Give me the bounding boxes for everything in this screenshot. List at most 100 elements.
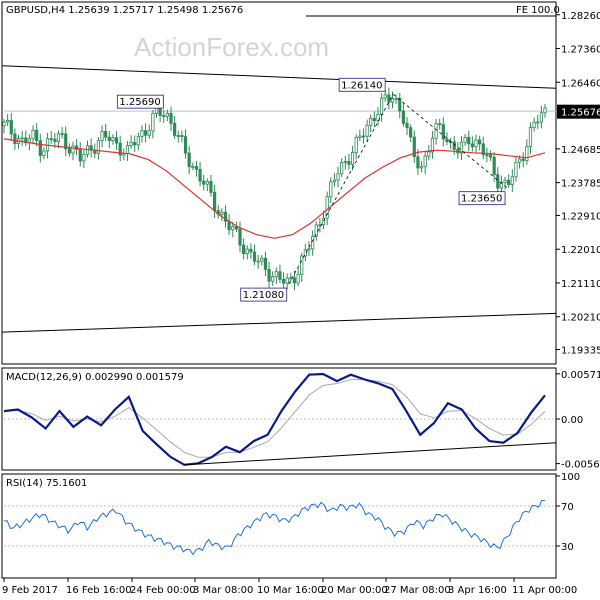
candle-body [53, 138, 57, 142]
candle-body [71, 145, 75, 154]
candle-body [263, 257, 268, 270]
candle-body [38, 140, 42, 156]
candle-body [514, 161, 518, 178]
candle-body [307, 248, 311, 251]
candle-body [300, 255, 304, 275]
candle-body [405, 122, 409, 129]
candle-body [532, 121, 536, 128]
candle-body [507, 179, 511, 186]
macd-tick-label: 0.00 [561, 415, 583, 426]
candle-body [194, 166, 199, 170]
time-tick-label: 10 Mar 16:00 [257, 585, 324, 596]
candle-body [260, 257, 264, 262]
candle-body [114, 137, 119, 144]
time-tick-label: 3 Mar 08:00 [193, 585, 253, 596]
candle-body [492, 156, 496, 175]
candle-body [536, 121, 540, 124]
watermark: ActionForex.com [134, 32, 329, 62]
rsi-tick-label: 70 [561, 502, 574, 513]
candle-body [394, 98, 398, 100]
candle-body [427, 151, 431, 157]
candle-body [209, 180, 213, 193]
candle-body [438, 123, 442, 126]
candle-body [281, 279, 286, 284]
candle-body [380, 97, 384, 115]
candle-body [347, 160, 351, 165]
candle-body [111, 137, 115, 141]
candle-body [205, 180, 209, 185]
candle-body [252, 251, 257, 262]
candle-body [2, 121, 6, 127]
candle-body [521, 158, 525, 161]
candle-body [220, 211, 224, 215]
candle-body [49, 138, 53, 140]
price-tick-label: 1.19335 [561, 346, 600, 357]
candle-body [67, 148, 71, 154]
candle-body [249, 248, 253, 253]
price-tick-label: 1.22010 [561, 245, 600, 256]
candle-body [187, 152, 191, 168]
candle-body [336, 173, 340, 181]
candle-body [104, 130, 108, 138]
candle-body [180, 135, 184, 137]
candle-body [409, 127, 413, 138]
forex-chart: ActionForex.com 1.25690 1.26140 1.21080 1.2… [1, 1, 600, 596]
candle-body [56, 133, 61, 142]
price-tick-label: 1.28260 [561, 11, 600, 22]
candle-body [390, 98, 395, 103]
candle-body [191, 166, 195, 168]
candle-body [60, 133, 64, 136]
candle-body [82, 154, 86, 162]
candle-body [332, 179, 337, 183]
candle-body [242, 244, 246, 255]
time-tick-label: 11 Apr 00:00 [512, 585, 577, 596]
candle-body [441, 124, 445, 140]
candle-body [434, 123, 438, 139]
candle-body [430, 137, 435, 153]
candle-body [329, 181, 333, 198]
candle-body [107, 136, 111, 141]
candle-body [354, 136, 358, 153]
candle-body [173, 122, 177, 136]
candle-body [350, 151, 355, 165]
candle-body [64, 133, 68, 150]
price-tick-label: 1.26460 [561, 78, 600, 89]
candle-body [311, 235, 315, 250]
rsi-tick-label: 30 [561, 542, 574, 553]
candle-body [78, 148, 82, 162]
candle-body [238, 228, 242, 246]
candle-body [303, 249, 307, 257]
price-panel-title: GBPUSD,H4 1.25639 1.25717 1.25498 1.2567… [6, 5, 243, 16]
candle-body [423, 155, 427, 168]
macd-tick-label: 0.005717 [561, 370, 600, 381]
time-tick-label: 24 Feb 00:00 [130, 585, 196, 596]
candle-body [31, 129, 35, 140]
price-tick-label: 1.27360 [561, 45, 600, 56]
candle-body [474, 139, 478, 148]
candle-body [463, 136, 467, 143]
price-label: 1.25690 [119, 97, 160, 108]
candle-body [100, 130, 104, 141]
candle-body [525, 146, 529, 161]
candle-body [212, 192, 217, 211]
time-tick-label: 9 Feb 2017 [2, 585, 58, 596]
candle-body [227, 220, 231, 231]
candle-body [517, 158, 522, 163]
price-label: 1.21080 [243, 290, 284, 301]
candle-body [358, 135, 362, 138]
candle-body [140, 130, 144, 138]
candle-body [231, 226, 235, 231]
candle-body [343, 160, 347, 163]
candle-body [419, 166, 424, 169]
candle-body [543, 107, 547, 114]
candle-body [539, 112, 543, 123]
candle-body [42, 150, 46, 156]
candle-body [183, 136, 188, 154]
time-tick-label: 27 Mar 08:00 [384, 585, 451, 596]
candle-body [372, 117, 376, 122]
candle-body [169, 112, 173, 124]
candle-body [274, 271, 278, 278]
candle-body [470, 143, 474, 148]
candle-body [416, 156, 420, 169]
candle-body [96, 140, 101, 154]
